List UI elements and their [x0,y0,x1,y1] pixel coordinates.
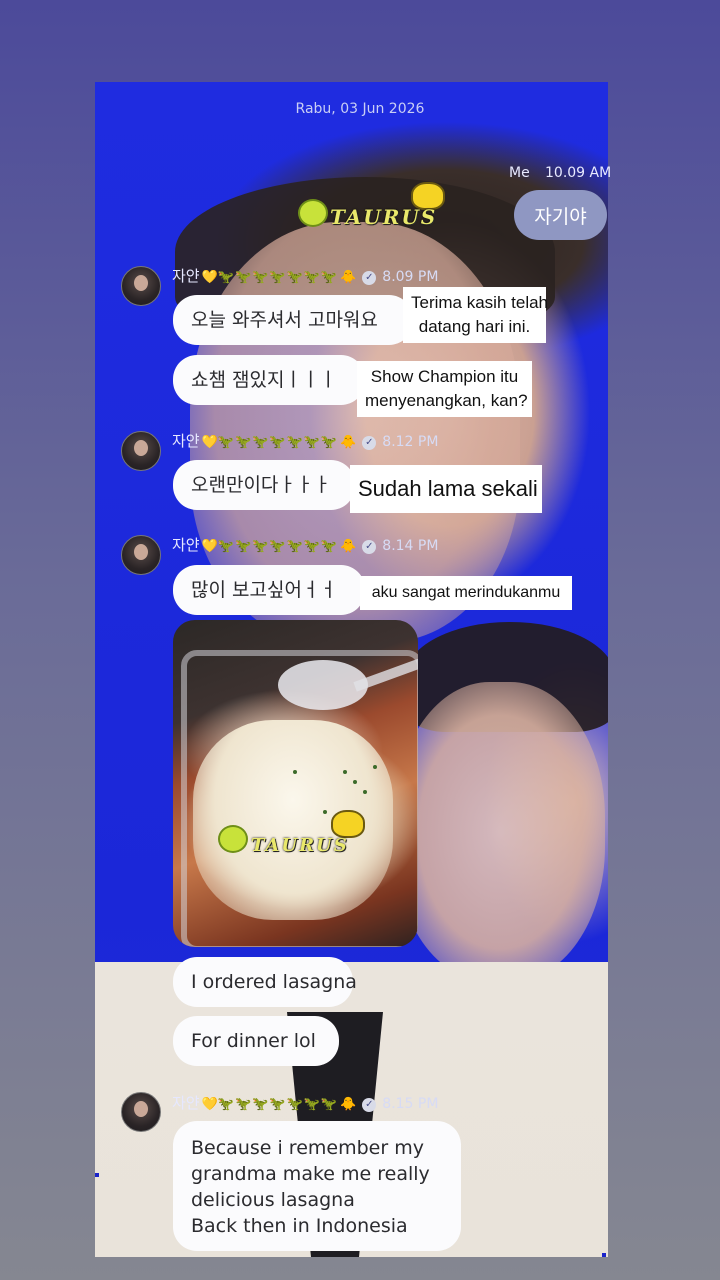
sender-avatar[interactable] [121,535,161,575]
sender-name: 자얀 [172,267,200,285]
message-bubble[interactable]: For dinner lol [173,1016,339,1066]
pikachu-icon [331,810,365,838]
dino-icons: 🦖🦖🦖🦖🦖🦖🦖 [217,435,339,450]
heart-icon: 💛 [201,539,218,554]
message-bubble[interactable]: I ordered lasagna [173,957,357,1007]
edge-dot [602,1253,606,1257]
translation-line: Show Champion itu [370,367,519,386]
me-label: Me [509,165,530,181]
verified-icon: ✓ [362,436,377,450]
message-bubble-multiline[interactable]: Because i remember my grandma make me re… [173,1121,461,1251]
sender-header: 자얀 💛🦖🦖🦖🦖🦖🦖🦖 🐥 ✓ 8.14 PM [172,534,438,555]
message-bubble[interactable]: 오늘 와주셔서 고마워요 [173,295,413,345]
message-line: Because i remember my [191,1137,424,1159]
herb-dot [373,765,377,769]
sticker-icon [298,199,328,227]
message-time: 8.09 PM [382,269,439,285]
watermark-text: TAURUS [251,835,349,856]
message-time: 8.15 PM [382,1096,439,1112]
translation-caption: Sudah lama sekali [350,465,542,513]
sender-name: 자얀 [172,432,200,450]
translation-line: datang hari ini. [418,317,531,336]
background-face-lower [395,682,605,982]
sender-header: 자얀 💛🦖🦖🦖🦖🦖🦖🦖 🐥 ✓ 8.12 PM [172,430,438,451]
date-header: Rabu, 03 Jun 2026 [295,101,425,117]
message-line: grandma make me really [191,1163,430,1185]
verified-icon: ✓ [362,540,377,554]
heart-icon: 💛 [201,1097,218,1112]
translation-line: Terima kasih telah [411,293,549,312]
sticker-icon [218,825,248,853]
chick-icon: 🐥 [340,435,357,450]
verified-icon: ✓ [362,1098,377,1112]
dino-icons: 🦖🦖🦖🦖🦖🦖🦖 [217,270,339,285]
me-time: 10.09 AM [545,165,612,181]
sender-avatar[interactable] [121,431,161,471]
chick-icon: 🐥 [340,1097,357,1112]
dino-icons: 🦖🦖🦖🦖🦖🦖🦖 [217,539,339,554]
message-bubble[interactable]: 많이 보고싶어ㅓㅓ [173,565,365,615]
herb-dot [293,770,297,774]
sender-name: 자얀 [172,536,200,554]
translation-line: menyenangkan, kan? [365,391,528,410]
dino-icons: 🦖🦖🦖🦖🦖🦖🦖 [217,1097,339,1112]
lasagna-photo[interactable]: TAURUS [173,620,418,947]
herb-dot [363,790,367,794]
chick-icon: 🐥 [340,539,357,554]
chick-icon: 🐥 [340,270,357,285]
message-time: 8.14 PM [382,538,439,554]
heart-icon: 💛 [201,435,218,450]
translation-caption: Show Champion itu menyenangkan, kan? [357,361,532,417]
message-time: 8.12 PM [382,434,439,450]
message-line: delicious lasagna [191,1189,355,1211]
heart-icon: 💛 [201,270,218,285]
sender-header: 자얀 💛🦖🦖🦖🦖🦖🦖🦖 🐥 ✓ 8.09 PM [172,265,438,286]
herb-dot [343,770,347,774]
my-message-bubble[interactable]: 자기야 [514,190,607,240]
edge-dot [95,1173,99,1177]
translation-caption: aku sangat merindukanmu [360,576,572,610]
sender-avatar[interactable] [121,266,161,306]
verified-icon: ✓ [362,271,377,285]
herb-dot [323,810,327,814]
sender-header: 자얀 💛🦖🦖🦖🦖🦖🦖🦖 🐥 ✓ 8.15 PM [172,1092,438,1113]
translation-caption: Terima kasih telah datang hari ini. [403,287,549,343]
message-line: Back then in Indonesia [191,1215,408,1237]
message-bubble[interactable]: 오랜만이다ㅏㅏㅏ [173,460,355,510]
sender-name: 자얀 [172,1094,200,1112]
sender-avatar[interactable] [121,1092,161,1132]
herb-dot [353,780,357,784]
watermark-text: TAURUS [330,205,438,229]
message-bubble[interactable]: 쇼챔 잼있지ㅣㅣㅣ [173,355,365,405]
